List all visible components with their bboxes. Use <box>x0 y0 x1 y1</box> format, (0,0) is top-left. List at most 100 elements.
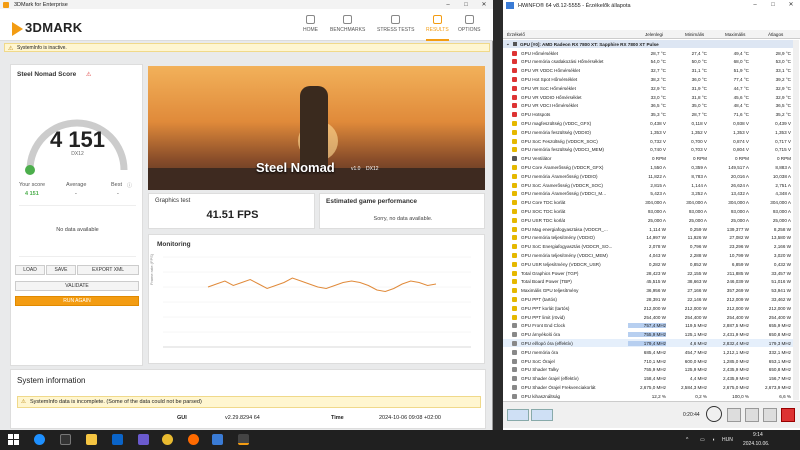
clock-time[interactable]: 9:14 <box>753 432 763 438</box>
nav-forward-icon[interactable] <box>531 409 553 421</box>
clock-date[interactable]: 2024.10.06. <box>743 441 769 447</box>
sensor-row[interactable]: GPU memória csatlakozási Hőmérséklet 54,0… <box>503 58 793 66</box>
maximize-icon[interactable]: □ <box>764 0 782 9</box>
scrollbar[interactable] <box>793 40 799 400</box>
sensor-row[interactable]: GPU Shader Talky 755,9 MHz 125,9 MHz 2,435,… <box>503 366 793 374</box>
sensor-current: 28,423 W <box>646 270 666 276</box>
sensor-row[interactable]: GPU memória óra 685,4 MHz 454,7 MHz 1,212,1… <box>503 348 793 356</box>
warning-icon: ⚠ <box>8 46 14 52</box>
maximize-icon[interactable]: □ <box>457 0 475 9</box>
sensor-current: 0,732 V <box>650 138 666 144</box>
sensor-row[interactable]: GPU el/lopó óra (effektív) 179,4 MHz 4,6 M… <box>503 339 793 348</box>
sensor-row[interactable]: Total Graphics Power (TGP) 28,423 W 22,155… <box>503 269 793 277</box>
sensor-type-icon <box>512 376 517 382</box>
sensor-row[interactable]: GPU kihasználtság 12,2 % 0,2 % 100,0 % 6,6 % <box>503 392 793 400</box>
sensor-row[interactable]: GPU Core Áramerősség (VDDCR_GFX) 1,550 A 0… <box>503 163 793 171</box>
monitor-icon[interactable] <box>727 408 741 422</box>
sensor-avg: 51,016 W <box>771 279 791 285</box>
nav-stress-tests[interactable]: STRESS TESTS <box>377 15 414 33</box>
hwinfo-taskbar-icon[interactable] <box>212 434 223 445</box>
col-current[interactable]: Jelenlegi <box>645 32 663 37</box>
settings-icon[interactable] <box>745 408 759 422</box>
sensor-row[interactable]: GPU PPT korlát (tartós) 212,000 W 212,000 … <box>503 304 793 312</box>
sensor-row[interactable]: GPU SoC Áramerősség (VDDCR_SOC) 2,815 A 1,… <box>503 181 793 189</box>
sensor-row[interactable]: GPU PPT limit (rövid) 254,400 W 254,400 W 2… <box>503 313 793 321</box>
sensor-row[interactable]: Total Board Power (TBP) 45,515 W 38,663 W 2… <box>503 278 793 286</box>
sensor-row[interactable]: GPU SoC Energiafogyasztás (VDDCR_SO... 2,… <box>503 243 793 251</box>
sensor-row[interactable]: GPU Hotspots 35,3 °C 28,7 °C 71,6 °C 35,2 °C <box>503 111 793 119</box>
save-button[interactable]: SAVE <box>46 265 76 275</box>
sensor-row[interactable]: GPU memória teljesítmény (VDDIO) 14,997 W… <box>503 234 793 242</box>
col-avg[interactable]: Átlagos <box>768 32 783 37</box>
estimated-performance-label: Estimated game performance <box>326 198 418 205</box>
firefox-icon[interactable] <box>188 434 199 445</box>
network-icon[interactable]: ▭ <box>700 437 705 443</box>
sensor-row[interactable]: GPU Ventilátor 0 RPM 0 RPM 0 RPM 0 RPM <box>503 155 793 163</box>
sensor-row[interactable]: GPU USR TDC korlát 25,000 A 25,000 A 25,000… <box>503 216 793 224</box>
nav-options[interactable]: OPTIONS <box>458 15 481 33</box>
sensor-current: 0 RPM <box>651 156 666 162</box>
nav-back-icon[interactable] <box>507 409 529 421</box>
sensor-row[interactable]: GPU VR VDDIO Hőmérséklet 33,0 °C 31,8 °C 45… <box>503 93 793 101</box>
sensor-row[interactable]: GPU SoC Órajel 710,1 MHz 600,0 MHz 1,285,0 … <box>503 357 793 365</box>
windows-start-icon[interactable] <box>8 434 19 445</box>
volume-icon[interactable]: ◖ <box>712 437 715 443</box>
validate-button[interactable]: VALIDATE <box>15 281 139 291</box>
file-explorer-icon[interactable] <box>86 434 97 445</box>
app-icon[interactable] <box>138 434 149 445</box>
keyboard-language[interactable]: HUN <box>722 437 733 443</box>
sensor-group-gpu[interactable]: ⌄ GPU [#0]: AMD Radeon RX 7800 XT: Sapph… <box>503 40 793 49</box>
sensor-row[interactable]: GPU árnyékoló óra 755,9 MHz 125,1 MHz 2,431… <box>503 331 793 339</box>
sensor-max: 6,859 W <box>731 261 749 267</box>
sensor-row[interactable]: GPU Core TDC korlát 304,000 A 304,000 A 304… <box>503 199 793 207</box>
close-icon[interactable]: ✕ <box>475 0 493 9</box>
minimize-icon[interactable]: – <box>439 0 457 9</box>
col-sensor[interactable]: Érzékelő <box>507 32 525 37</box>
sensor-max: 357,269 W <box>726 288 749 294</box>
sensor-row[interactable]: GPU VR VDDC Hőmérséklet 32,7 °C 31,1 °C 51,… <box>503 67 793 75</box>
sensor-row[interactable]: GPU memória Áramerősség (VDDIO) 11,822 A 8… <box>503 172 793 180</box>
col-min[interactable]: Minimális <box>685 32 704 37</box>
store-icon[interactable] <box>112 434 123 445</box>
sensor-row[interactable]: GPU VR SoC Hőmérséklet 32,9 °C 31,9 °C 44,7… <box>503 84 793 92</box>
tray-chevron-icon[interactable]: ^ <box>686 437 688 443</box>
sensor-name: GPU VR SoC Hőmérséklet <box>521 85 576 91</box>
sensor-row[interactable]: GPU memória feszültség (VDDIO) 1,353 V 1,3… <box>503 128 793 136</box>
sensor-row[interactable]: GPU Mag energiafogyasztása (VDDCR_... 1,1… <box>503 225 793 233</box>
sensor-row[interactable]: GPU magfeszültség (VDDC_GFX) 0,438 V 0,118… <box>503 119 793 127</box>
sensor-row[interactable]: GPU Shader órajel (effektív) 158,4 MHz 4,4… <box>503 375 793 383</box>
nav-home[interactable]: HOME <box>303 15 318 33</box>
sensor-row[interactable]: GPU Front End Clock 757,4 MHz 119,5 MHz 2,8… <box>503 322 793 330</box>
sensor-max: 45,6 °C <box>733 94 749 100</box>
stress-tests-icon <box>391 15 401 24</box>
sensor-row[interactable]: GPU USR teljesítmény (VDDCR_USR) 0,282 W 0… <box>503 260 793 268</box>
info-icon: ⓘ <box>127 183 133 189</box>
close-icon[interactable]: ✕ <box>782 0 800 9</box>
sensor-row[interactable]: GPU memória feszültség (VDDCI_MEM) 0,740 … <box>503 146 793 154</box>
sensor-row[interactable]: GPU memória Áramerősség (VDDCI_M... 5,423… <box>503 190 793 198</box>
chevron-down-icon[interactable]: ⌄ <box>506 41 510 47</box>
nav-benchmarks[interactable]: BENCHMARKS <box>330 15 365 33</box>
reset-icon[interactable] <box>763 408 777 422</box>
sensor-row[interactable]: Maximális GPU teljesítmény 36,956 W 27,166… <box>503 287 793 295</box>
sensor-name: GPU PPT limit (rövid) <box>521 314 565 320</box>
col-max[interactable]: Maximális <box>725 32 745 37</box>
edge-icon[interactable] <box>34 434 45 445</box>
sensor-row[interactable]: GPU Hőmérséklet 28,7 °C 27,4 °C 49,4 °C 28,9… <box>503 49 793 57</box>
load-button[interactable]: LOAD <box>15 265 45 275</box>
export-xml-button[interactable]: EXPORT XML <box>77 265 139 275</box>
minimize-icon[interactable]: – <box>746 0 764 9</box>
sensor-row[interactable]: GPU Shader Órajel Frekvenciakorlát 2,675,… <box>503 383 793 391</box>
sensor-row[interactable]: GPU Hot Spot Hőmérséklet 38,2 °C 36,0 °C 77… <box>503 75 793 83</box>
run-again-button[interactable]: RUN AGAIN <box>15 296 139 306</box>
nav-results[interactable]: RESULTS <box>426 15 449 41</box>
sensor-row[interactable]: GPU SOC TDC korlát 93,000 A 93,000 A 93,000… <box>503 207 793 215</box>
sensor-row[interactable]: GPU VR VDCI Hőmérséklet 36,5 °C 35,0 °C 48,… <box>503 102 793 110</box>
3dmark-taskbar-icon[interactable] <box>238 434 249 445</box>
sensor-row[interactable]: GPU SoC Feszültség (VDDCR_SOC) 0,732 V 0,7… <box>503 137 793 145</box>
close-sensors-icon[interactable] <box>781 408 795 422</box>
sensor-row[interactable]: GPU memória teljesítmény (VDDCI_MEM) 4,04… <box>503 251 793 259</box>
task-view-icon[interactable] <box>60 434 71 445</box>
chrome-icon[interactable] <box>162 434 173 445</box>
sensor-row[interactable]: GPU PPT (tartós) 28,391 W 22,146 W 212,009 … <box>503 295 793 303</box>
